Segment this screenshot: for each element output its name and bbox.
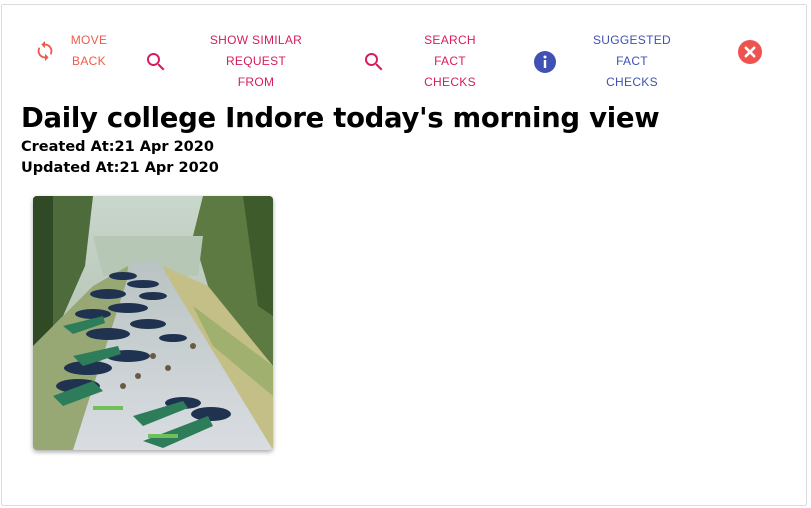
action-toolbar: MOVE BACK SHOW SIMILAR REQUEST FROM SEAR… bbox=[0, 30, 811, 89]
search-icon bbox=[144, 50, 168, 74]
suggested-fact-checks-label: SUGGESTED FACT CHECKS bbox=[592, 33, 672, 89]
show-similar-request-button[interactable]: SHOW SIMILAR REQUEST FROM bbox=[144, 30, 330, 93]
updated-date: Updated At:21 Apr 2020 bbox=[21, 160, 219, 176]
post-title: Daily college Indore today's morning vie… bbox=[21, 102, 660, 134]
search-fact-checks-button[interactable]: SEARCH FACT CHECKS bbox=[362, 30, 492, 93]
search-icon bbox=[362, 50, 386, 74]
move-back-button[interactable]: MOVE BACK bbox=[33, 30, 113, 72]
search-fact-checks-label: SEARCH FACT CHECKS bbox=[424, 33, 476, 89]
created-date: Created At:21 Apr 2020 bbox=[21, 139, 214, 155]
info-icon bbox=[533, 50, 557, 74]
close-button[interactable] bbox=[738, 40, 762, 64]
close-circle-icon bbox=[738, 40, 762, 64]
refresh-icon bbox=[33, 39, 57, 63]
suggested-fact-checks-button[interactable]: SUGGESTED FACT CHECKS bbox=[533, 30, 687, 93]
post-image[interactable] bbox=[33, 196, 273, 450]
move-back-label: MOVE BACK bbox=[70, 33, 108, 68]
show-similar-label: SHOW SIMILAR REQUEST FROM bbox=[209, 33, 303, 89]
